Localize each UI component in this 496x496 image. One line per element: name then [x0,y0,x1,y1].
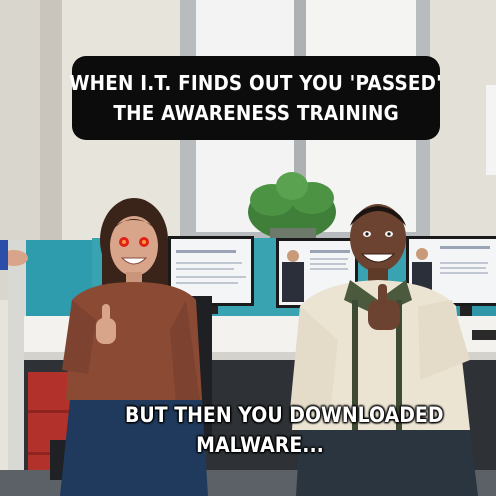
bottom-caption: BUT THEN YOU DOWNLOADED MALWARE... [110,400,444,460]
top-caption-line-2: THE AWARENESS TRAINING [113,101,399,125]
meme-image: WHEN I.T. FINDS OUT YOU 'PASSED' THE AWA… [0,0,496,496]
bottom-caption-line-2: MALWARE... [196,433,324,457]
top-caption-box: WHEN I.T. FINDS OUT YOU 'PASSED' THE AWA… [69,56,443,140]
bottom-caption-line-1: BUT THEN YOU DOWNLOADED [125,403,444,427]
thumbs-up-hand-man [368,300,400,330]
top-caption-line-1: WHEN I.T. FINDS OUT YOU 'PASSED' [69,71,443,95]
